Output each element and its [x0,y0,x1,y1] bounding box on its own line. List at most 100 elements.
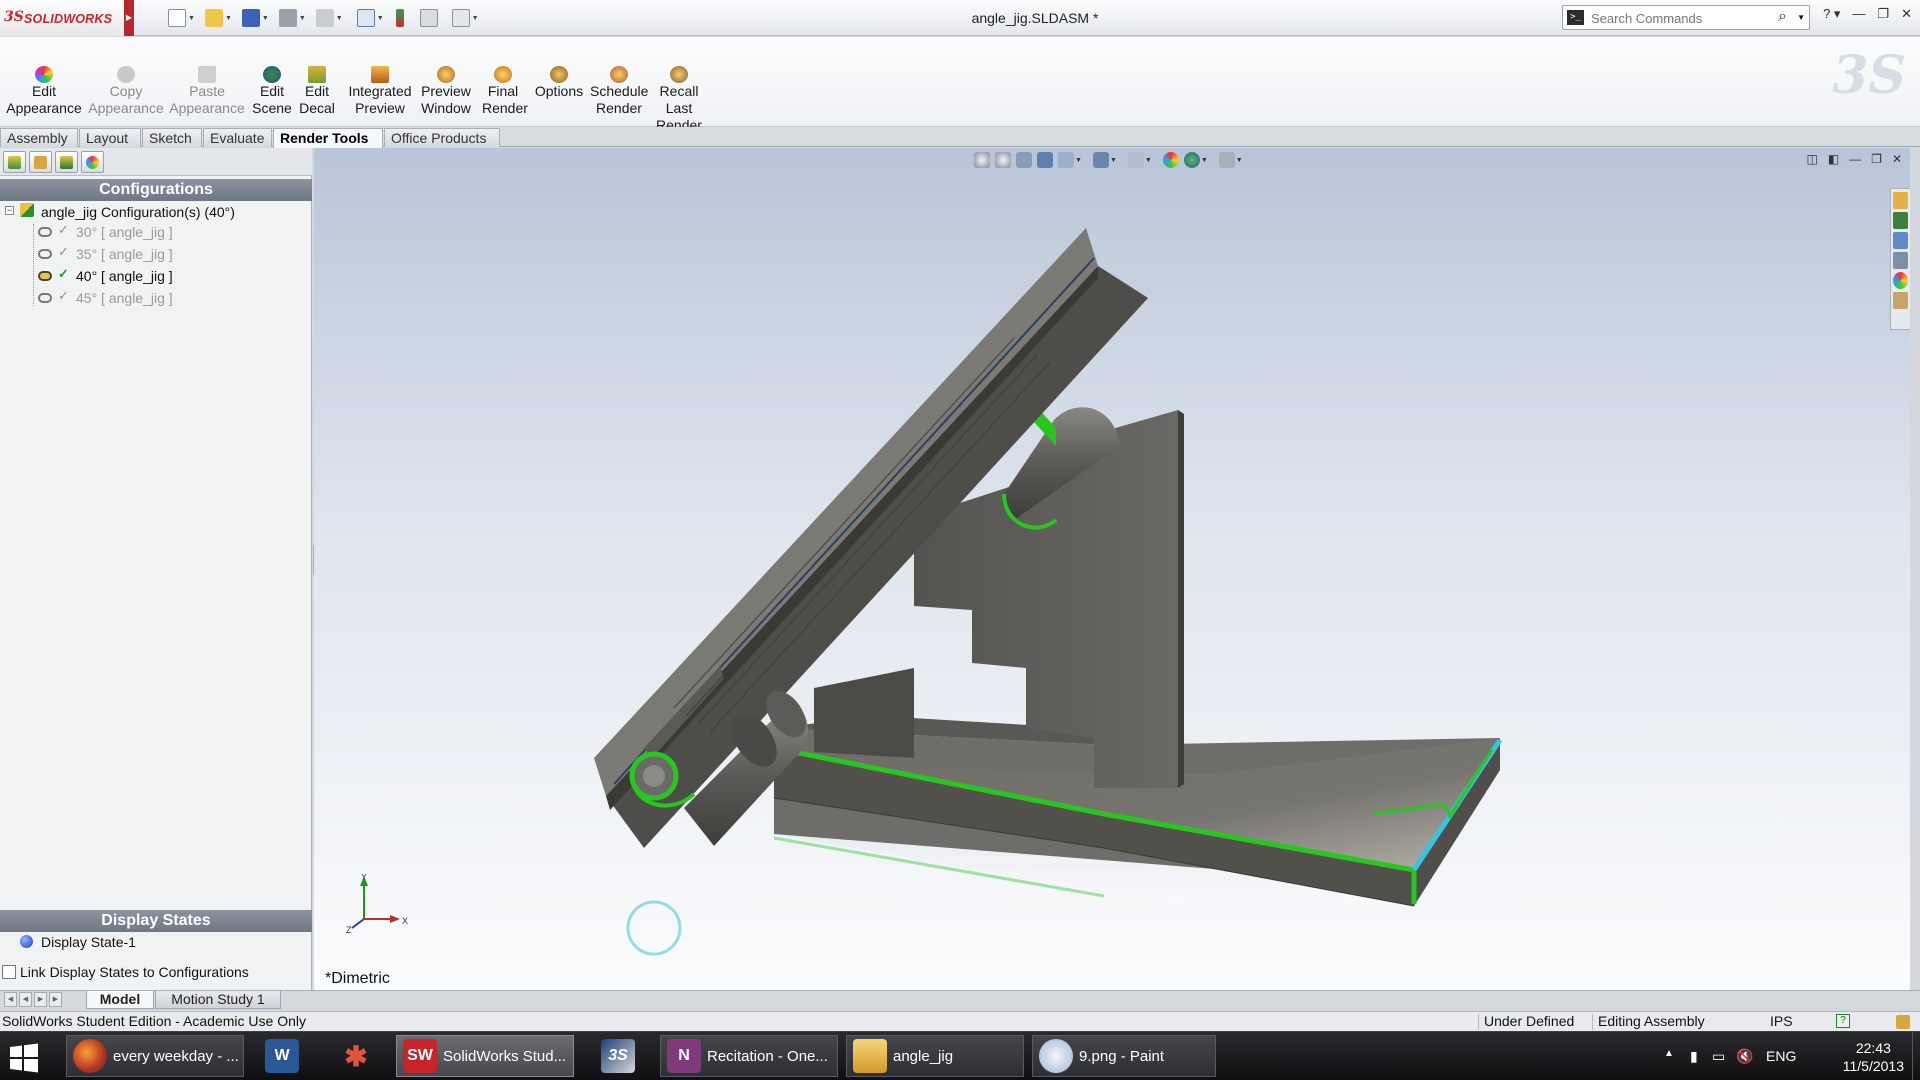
network-icon[interactable]: ▭ [1712,1048,1725,1065]
configuration-item-40[interactable]: 40° [ angle_jig ] [76,266,173,286]
display-state-item[interactable]: Display State-1 [41,932,136,952]
windows-start-icon[interactable] [8,1042,40,1074]
link-display-states-label: Link Display States to Configurations [20,964,249,980]
clock[interactable]: 22:43 11/5/2013 [1843,1039,1904,1075]
open-folder-icon[interactable] [204,9,223,27]
options-dropdown-icon[interactable]: ▼ [472,15,479,22]
graphics-area[interactable]: ▼ ▼ ▼ ▼ ▼ ◫ ◧ — ❐ ✕ Y X Z *Dimetric [314,148,1910,990]
rebuild-status-icon[interactable] [1896,1015,1910,1029]
preview-window-button[interactable]: Preview Window [418,49,474,117]
quick-access-toolbar: ▼ ▼ ▼ ▼ ▼ ▼ ▼ [168,8,479,28]
next-tab-icon[interactable]: ▶ [34,992,47,1007]
help-status-icon[interactable]: ? [1836,1014,1850,1028]
status-separator [1592,1014,1593,1030]
previous-tab-icon[interactable]: ◀ [19,992,32,1007]
menu-flyout-arrow-icon[interactable]: ▶ [124,0,134,36]
last-tab-icon[interactable]: ▶ [49,992,62,1007]
link-display-states-checkbox[interactable] [2,965,16,979]
undo-dropdown-icon[interactable]: ▼ [336,15,343,22]
taskbar-item-paint[interactable]: 9.png - Paint [1032,1035,1216,1077]
print-dropdown-icon[interactable]: ▼ [299,15,306,22]
integrated-preview-button[interactable]: Integrated Preview [344,49,416,117]
select-dropdown-icon[interactable]: ▼ [377,15,384,22]
options-icon [550,66,568,83]
display-manager-tab[interactable] [81,151,104,173]
configuration-manager-tab[interactable] [55,151,78,173]
configuration-manager-icon [60,155,73,169]
first-tab-icon[interactable]: ◀ [4,992,17,1007]
restore-icon[interactable]: ❐ [1877,6,1889,22]
command-prompt-icon: >_ [1567,10,1584,25]
taskbar-item-explorer[interactable]: angle_jig [846,1035,1024,1077]
edit-decal-button[interactable]: Edit Decal [297,49,337,117]
edit-scene-button[interactable]: Edit Scene [252,49,292,117]
search-dropdown-icon[interactable]: ▼ [1797,13,1805,22]
search-input[interactable] [1591,9,1771,27]
taskbar-item-solidworks[interactable]: SW SolidWorks Stud... [396,1035,574,1077]
taskbar-item-onenote[interactable]: N Recitation - One... [660,1035,838,1077]
edition-status: SolidWorks Student Edition - Academic Us… [2,1013,306,1029]
copy-appearance-button[interactable]: Copy Appearance [88,49,164,117]
configuration-link-icon [38,249,52,259]
command-manager: Edit Appearance Copy Appearance Paste Ap… [0,37,1920,133]
brand-name: SOLIDWORKS [24,12,113,26]
property-manager-tab[interactable] [29,151,52,173]
input-language[interactable]: ENG [1766,1048,1796,1064]
angle-jig-model[interactable] [314,148,1910,990]
print-icon[interactable] [278,9,297,27]
configuration-item-45[interactable]: 45° [ angle_jig ] [76,288,173,308]
undo-icon[interactable] [315,9,334,27]
options-toolbar-icon[interactable] [451,9,470,27]
tab-motion-study[interactable]: Motion Study 1 [155,991,281,1009]
tab-render-tools[interactable]: Render Tools [273,128,383,148]
options-button[interactable]: Options [532,49,586,100]
select-pointer-icon[interactable] [356,9,375,27]
configuration-item-35[interactable]: 35° [ angle_jig ] [76,244,173,264]
tree-connector [33,224,34,306]
solidworks-logo[interactable]: 3S SOLIDWORKS ▶ [0,0,134,36]
tab-model[interactable]: Model [86,991,154,1009]
unit-system-status[interactable]: IPS [1770,1012,1793,1031]
minimize-icon[interactable]: — [1852,6,1865,22]
rebuild-icon[interactable] [395,9,404,27]
taskbar-item-firefox[interactable]: every weekday - ... [66,1035,244,1077]
search-icon[interactable]: ⌕ [1778,8,1787,26]
save-icon[interactable] [241,9,260,27]
tab-evaluate[interactable]: Evaluate [203,128,272,147]
display-states-header: Display States [0,910,312,932]
schedule-render-button[interactable]: Schedule Render [590,49,648,117]
taskbar-item-zune[interactable]: ✱ [328,1035,384,1077]
paint-icon [1039,1039,1073,1073]
taskbar-item-word[interactable]: W [254,1035,310,1077]
show-desktop-button[interactable] [1912,1032,1920,1080]
status-bar: SolidWorks Student Edition - Academic Us… [0,1011,1920,1031]
new-dropdown-icon[interactable]: ▼ [188,15,195,22]
editing-mode-status: Editing Assembly [1598,1013,1705,1029]
tab-sketch[interactable]: Sketch [142,128,202,147]
help-icon[interactable]: ? ▾ [1823,6,1840,22]
configuration-item-30[interactable]: 30° [ angle_jig ] [76,222,173,242]
tab-layout[interactable]: Layout [79,128,141,147]
search-commands-box[interactable]: >_ ⌕ ▼ [1562,5,1810,30]
paste-appearance-icon [198,66,216,83]
open-dropdown-icon[interactable]: ▼ [225,15,232,22]
tab-office-products[interactable]: Office Products [384,128,500,147]
recall-last-render-button[interactable]: Recall Last Render [654,49,704,134]
collapse-toggle-icon[interactable]: − [5,206,14,215]
save-dropdown-icon[interactable]: ▼ [262,15,269,22]
paste-appearance-button[interactable]: Paste Appearance [168,49,246,117]
final-render-icon [494,66,512,83]
volume-muted-icon[interactable]: 🔇 [1736,1048,1753,1065]
edit-appearance-button[interactable]: Edit Appearance [6,49,82,117]
show-hidden-icons-icon[interactable]: ▲ [1664,1048,1674,1059]
usb-device-icon[interactable]: ▮ [1690,1048,1698,1065]
file-properties-icon[interactable] [419,9,438,27]
close-icon[interactable]: ✕ [1901,6,1912,22]
new-document-icon[interactable] [168,9,186,27]
final-render-button[interactable]: Final Render [482,49,528,117]
feature-manager-tab[interactable] [3,151,26,173]
configuration-root[interactable]: angle_jig Configuration(s) (40°) [41,202,235,222]
tab-assembly[interactable]: Assembly [0,128,78,147]
taskbar-item-3dvia[interactable]: 3S [590,1035,646,1077]
title-bar: 3S SOLIDWORKS ▶ ▼ ▼ ▼ ▼ ▼ ▼ ▼ angle_jig.… [0,0,1920,36]
